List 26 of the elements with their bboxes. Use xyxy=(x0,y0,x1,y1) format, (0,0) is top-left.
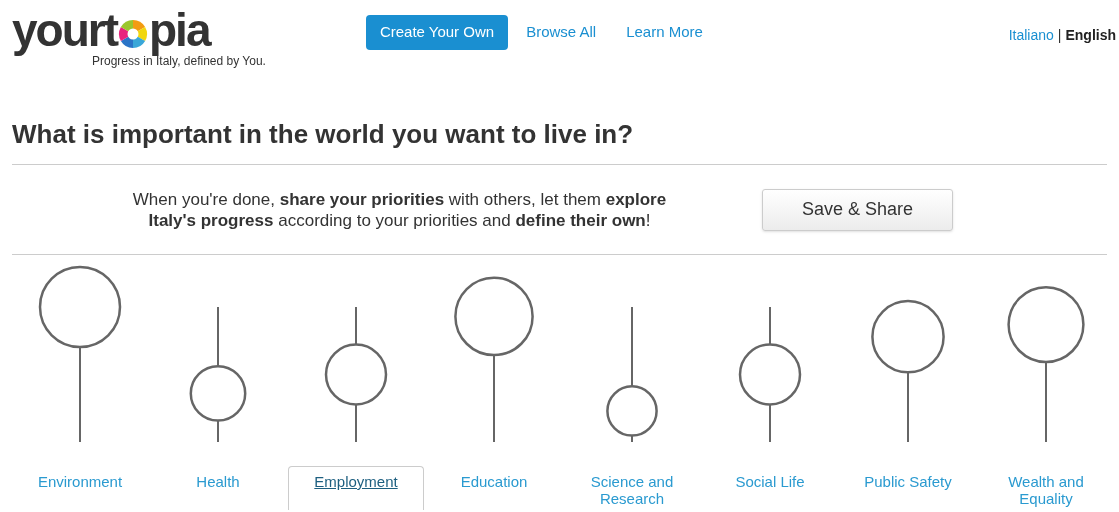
slider-handle[interactable] xyxy=(738,343,802,406)
priority-tab[interactable]: Public Safety xyxy=(840,466,976,510)
nav-link[interactable]: Browse All xyxy=(514,21,609,44)
separator: | xyxy=(1057,26,1062,45)
color-wheel-icon xyxy=(118,19,148,49)
priority-tab[interactable]: Employment xyxy=(288,466,424,510)
intro-paragraph: When you're done, share your priorities with others, let them explore Italy's progress according to your priorities and define their own! xyxy=(131,188,668,231)
slider-handle[interactable] xyxy=(1007,285,1085,364)
priority-tab[interactable]: Education xyxy=(426,466,562,510)
save-share-button[interactable]: Save & Share xyxy=(762,188,953,231)
slider-handle[interactable] xyxy=(38,265,122,349)
slider-handle[interactable] xyxy=(189,364,247,422)
priority-tab[interactable]: Wealth and Equality xyxy=(978,466,1114,510)
language-link[interactable]: Italiano xyxy=(1008,25,1054,46)
priority-tab[interactable]: Environment xyxy=(12,466,148,510)
slider-handle[interactable] xyxy=(454,276,534,357)
nav-link[interactable]: Learn More xyxy=(614,21,715,44)
slider-handle[interactable] xyxy=(871,299,945,374)
priority-tab[interactable]: Health xyxy=(150,466,286,510)
create-button[interactable]: Create Your Own xyxy=(365,15,509,50)
slider-handle[interactable] xyxy=(324,343,388,406)
priority-tab[interactable]: Social Life xyxy=(702,466,838,510)
slider-handle[interactable] xyxy=(606,385,658,437)
priority-tab[interactable]: Science and Research xyxy=(564,466,700,510)
page-heading: What is important in the world you want to live in? xyxy=(12,118,635,150)
language-link[interactable]: English xyxy=(1065,25,1116,46)
